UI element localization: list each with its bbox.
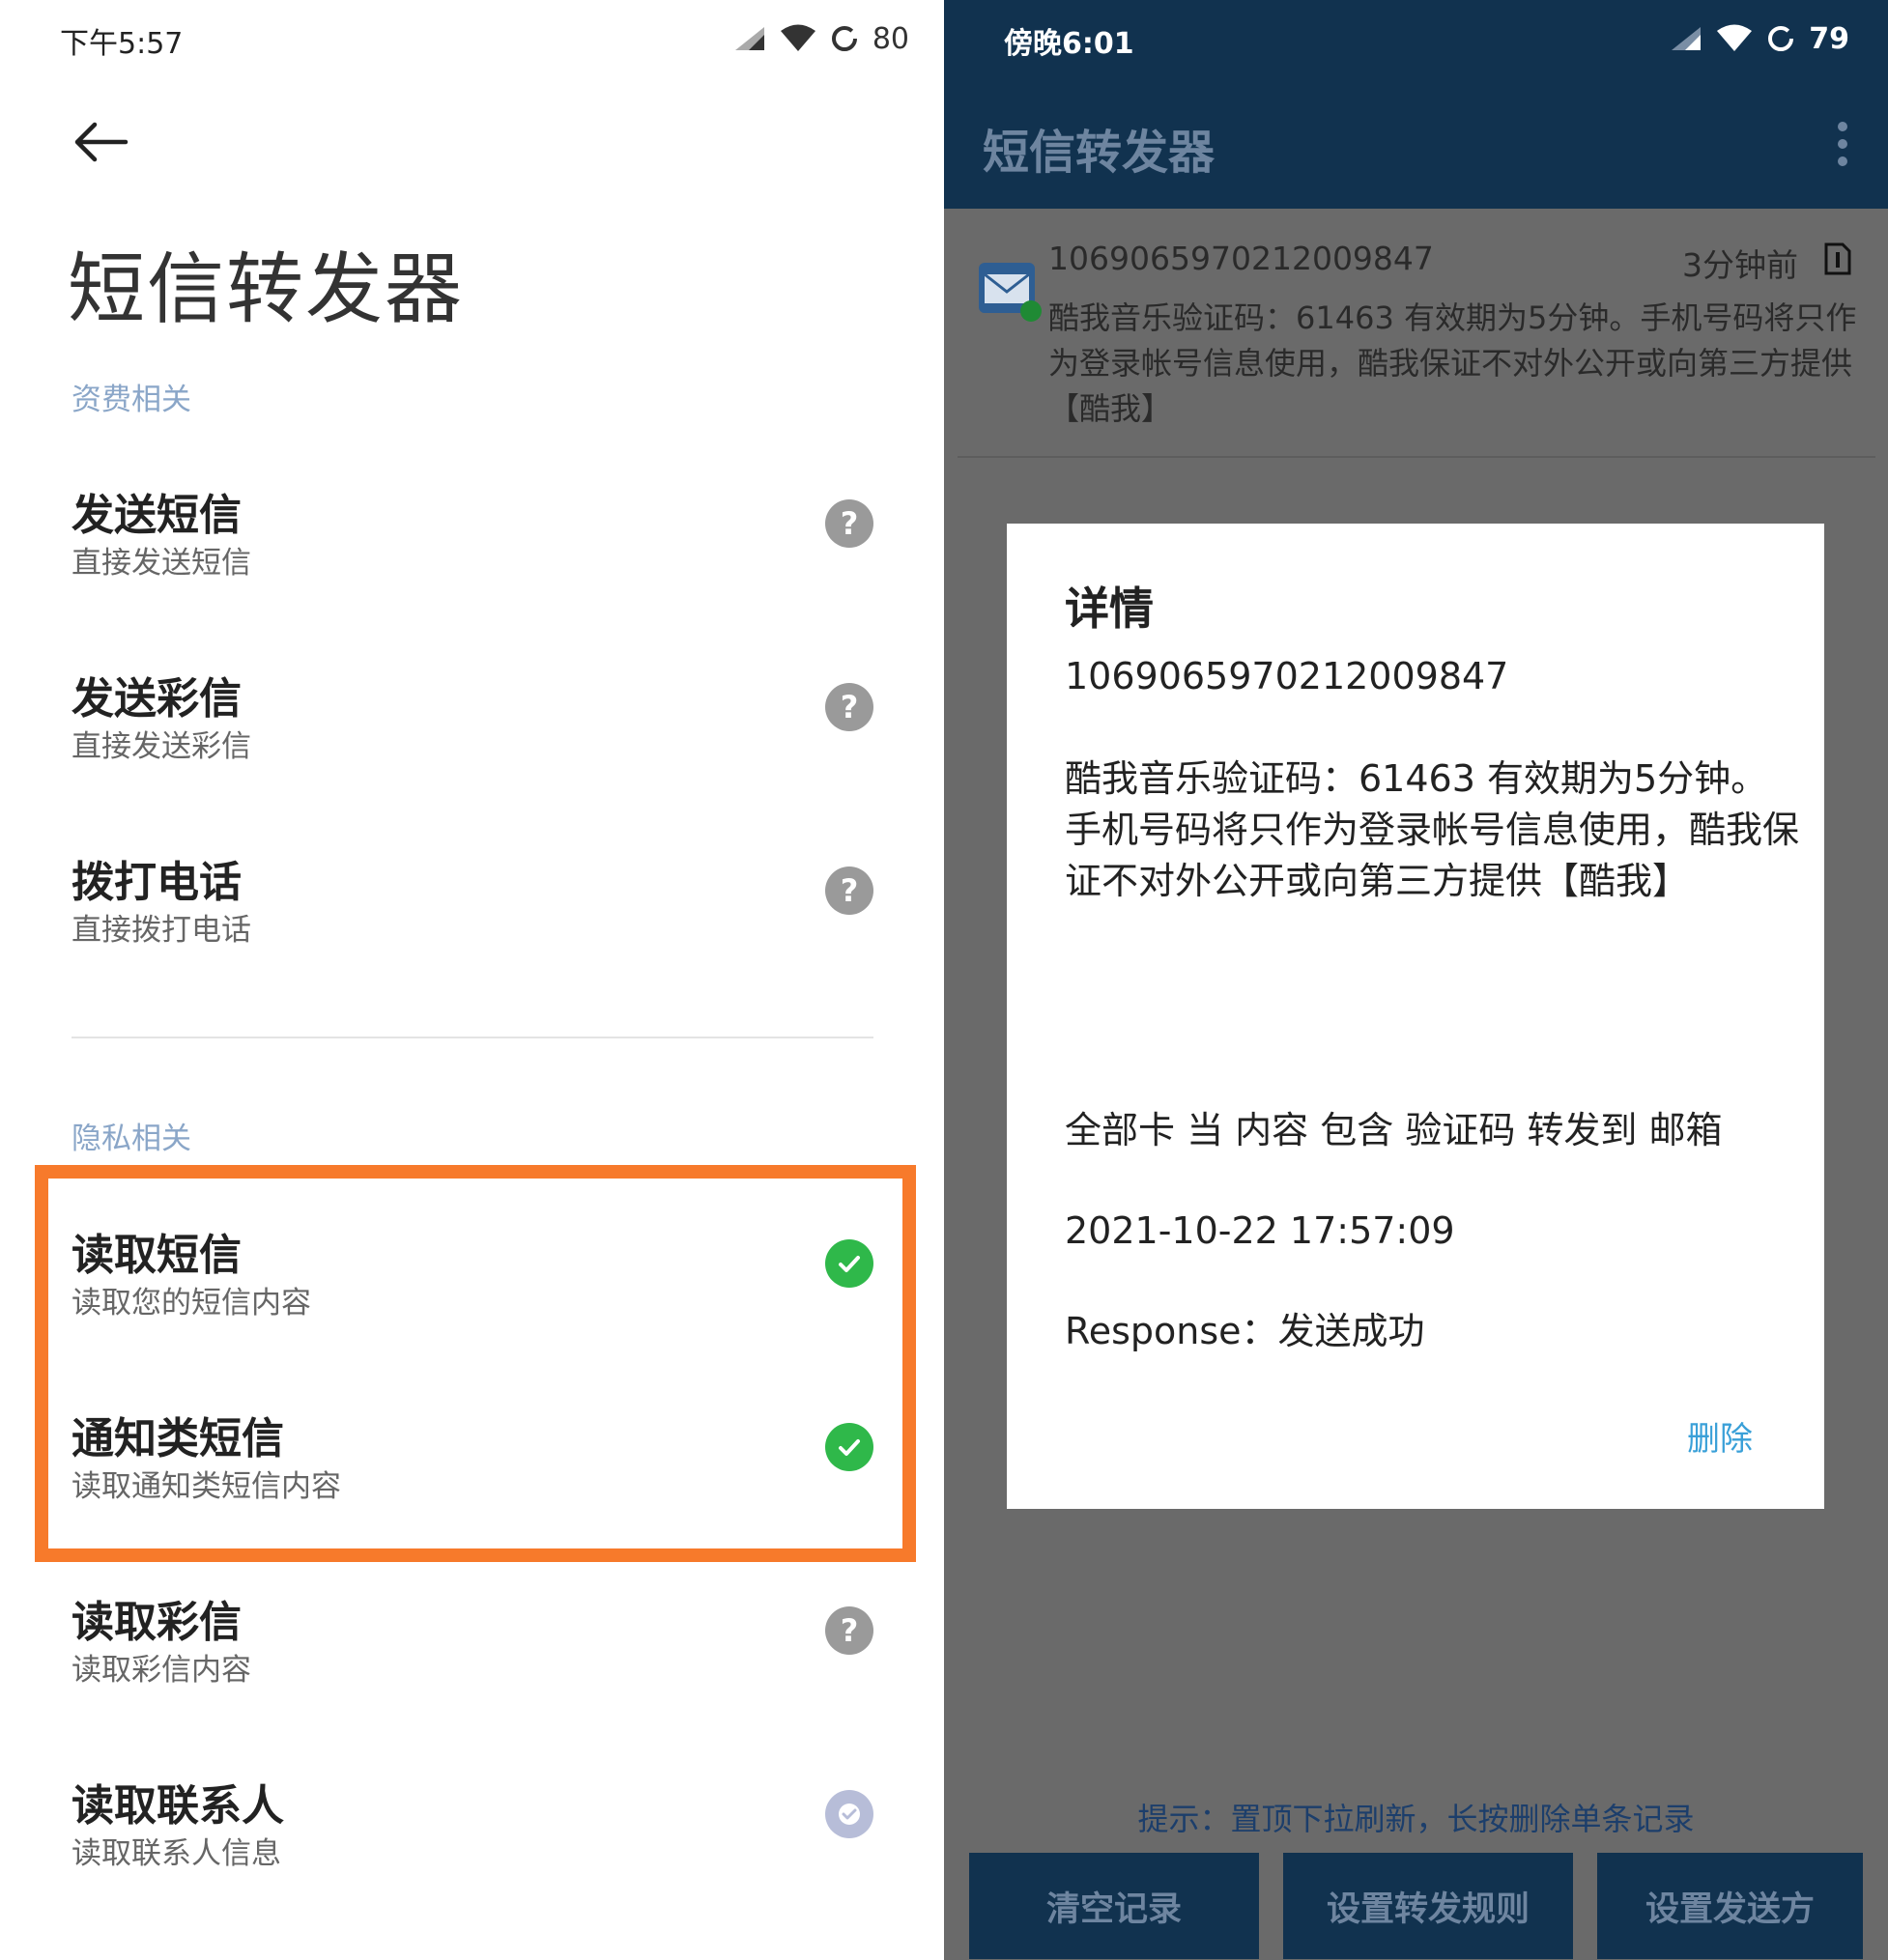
detail-dialog: 详情 1069065970212009847 酷我音乐验证码：61463 有效期… xyxy=(1007,524,1824,1509)
question-icon[interactable]: ? xyxy=(825,683,873,731)
check-icon[interactable] xyxy=(825,1790,873,1838)
status-icons: 79 xyxy=(1670,19,1849,58)
dialog-response: Response：发送成功 xyxy=(1065,1310,1425,1352)
wifi-icon xyxy=(1717,24,1753,51)
permission-subtitle: 读取您的短信内容 xyxy=(72,1286,311,1321)
permission-read-contacts[interactable]: 读取联系人 读取联系人信息 xyxy=(72,1771,873,1906)
back-arrow-icon[interactable] xyxy=(72,118,129,166)
clear-records-button[interactable]: 清空记录 xyxy=(969,1853,1259,1959)
permission-send-sms[interactable]: 发送短信 直接发送短信 ? xyxy=(72,480,873,615)
status-time: 傍晚6:01 xyxy=(1004,27,1134,61)
permission-subtitle: 读取彩信内容 xyxy=(72,1653,251,1688)
question-icon[interactable]: ? xyxy=(825,1606,873,1655)
permission-title: 发送彩信 xyxy=(72,674,242,724)
signal-icon xyxy=(734,27,764,50)
mail-icon xyxy=(979,263,1042,322)
more-menu-icon[interactable] xyxy=(1836,122,1849,166)
permission-subtitle: 读取通知类短信内容 xyxy=(72,1469,341,1504)
status-time: 下午5:57 xyxy=(60,27,184,61)
delete-button[interactable]: 删除 xyxy=(1687,1412,1753,1460)
dialog-title: 详情 xyxy=(1065,582,1154,635)
signal-icon xyxy=(1672,27,1702,50)
message-time: 3分钟前 xyxy=(1682,246,1798,284)
dialog-datetime: 2021-10-22 17:57:09 xyxy=(1065,1209,1455,1252)
section-divider xyxy=(72,1037,873,1038)
permission-subtitle: 直接发送彩信 xyxy=(72,729,251,764)
permission-notification-sms[interactable]: 通知类短信 读取通知类短信内容 xyxy=(72,1404,873,1539)
permission-title: 通知类短信 xyxy=(72,1414,284,1463)
permission-phone-call[interactable]: 拨打电话 直接拨打电话 ? xyxy=(72,847,873,982)
permission-subtitle: 直接拨打电话 xyxy=(72,913,251,948)
wifi-icon xyxy=(780,24,815,51)
dialog-rule: 全部卡 当 内容 包含 验证码 转发到 邮箱 xyxy=(1065,1109,1723,1151)
question-icon[interactable]: ? xyxy=(825,499,873,548)
battery-level: 79 xyxy=(1809,21,1849,56)
check-icon[interactable] xyxy=(825,1423,873,1471)
sender-settings-button[interactable]: 设置发送方 xyxy=(1597,1853,1863,1959)
permission-send-mms[interactable]: 发送彩信 直接发送彩信 ? xyxy=(72,664,873,799)
permission-title: 发送短信 xyxy=(72,491,242,540)
check-icon[interactable] xyxy=(825,1239,873,1288)
permission-title: 读取联系人 xyxy=(72,1781,284,1831)
app-bar: 短信转发器 xyxy=(944,79,1888,209)
sim-card-icon xyxy=(1824,242,1851,275)
sms-forwarder-screen: 傍晚6:01 79 短信转发器 1069065970212009847 3分钟前… xyxy=(944,0,1888,1960)
permissions-screen: 下午5:57 80 短信转发器 资费相关 发送短信 直接发送短信 ? 发送彩信 … xyxy=(0,0,944,1960)
battery-icon xyxy=(831,26,857,51)
permission-subtitle: 直接发送短信 xyxy=(72,546,251,581)
battery-level: 80 xyxy=(872,21,909,56)
permission-subtitle: 读取联系人信息 xyxy=(72,1836,281,1871)
battery-icon xyxy=(1768,26,1794,51)
app-title: 短信转发器 xyxy=(983,126,1216,180)
section-label-billing: 资费相关 xyxy=(72,383,191,417)
hint-text: 提示：置顶下拉刷新，长按删除单条记录 xyxy=(1137,1801,1695,1837)
question-icon[interactable]: ? xyxy=(825,866,873,915)
message-list-item[interactable]: 1069065970212009847 3分钟前 酷我音乐验证码：61463 有… xyxy=(958,222,1875,456)
permission-read-sms[interactable]: 读取短信 读取您的短信内容 xyxy=(72,1220,873,1355)
permission-title: 读取短信 xyxy=(72,1231,242,1280)
permission-read-mms[interactable]: 读取彩信 读取彩信内容 ? xyxy=(72,1587,873,1722)
page-title: 短信转发器 xyxy=(68,244,464,334)
message-sender: 1069065970212009847 xyxy=(1048,240,1434,277)
dialog-body: 酷我音乐验证码：61463 有效期为5分钟。手机号码将只作为登录帐号信息使用，酷… xyxy=(1065,757,1800,902)
list-divider xyxy=(958,456,1875,458)
permission-title: 读取彩信 xyxy=(72,1598,242,1647)
permission-title: 拨打电话 xyxy=(72,858,242,907)
status-icons: 80 xyxy=(733,19,909,58)
forward-rules-button[interactable]: 设置转发规则 xyxy=(1283,1853,1573,1959)
message-body: 酷我音乐验证码：61463 有效期为5分钟。手机号码将只作为登录帐号信息使用，酷… xyxy=(1048,299,1857,427)
section-label-privacy: 隐私相关 xyxy=(72,1122,191,1156)
dialog-sender: 1069065970212009847 xyxy=(1065,655,1509,697)
